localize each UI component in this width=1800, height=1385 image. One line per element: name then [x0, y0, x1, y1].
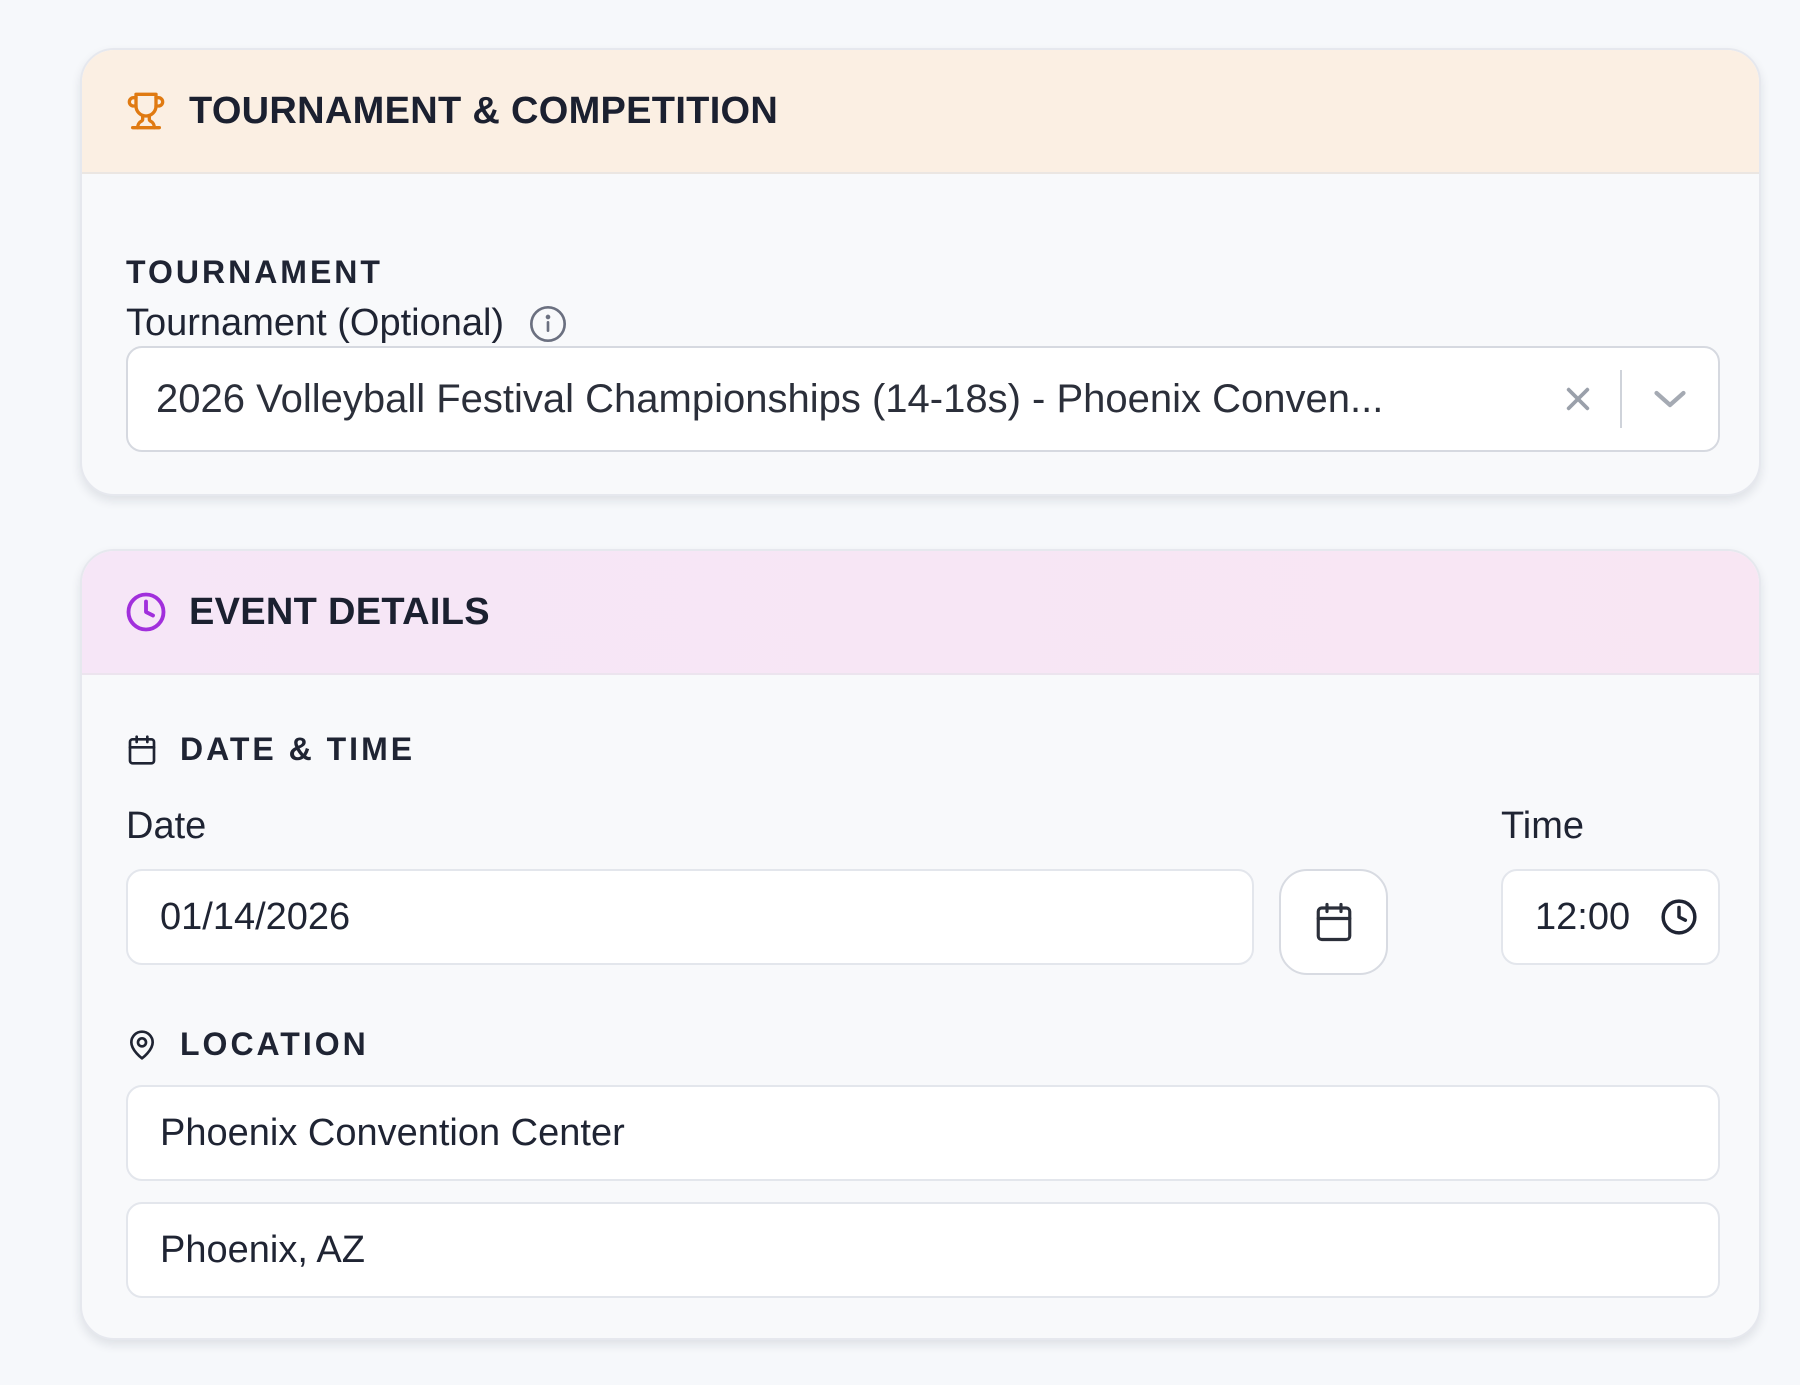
tournament-select[interactable]: 2026 Volleyball Festival Championships (… — [126, 346, 1720, 452]
event-details-card: EVENT DETAILS DATE & TIME Date Time 01/1… — [80, 549, 1761, 1340]
date-input-value: 01/14/2026 — [160, 895, 351, 938]
event-details-card-header: EVENT DETAILS — [82, 551, 1759, 675]
chevron-down-icon[interactable] — [1622, 369, 1718, 429]
tournament-field-label-row: Tournament (Optional) — [126, 302, 568, 345]
clock-icon — [125, 591, 167, 633]
tournament-card-header: TOURNAMENT & COMPETITION — [82, 50, 1759, 174]
time-input-value: 12:00 — [1535, 895, 1631, 938]
event-details-card-title: EVENT DETAILS — [189, 590, 490, 633]
tournament-select-value: 2026 Volleyball Festival Championships (… — [156, 376, 1384, 421]
tournament-field-label: Tournament (Optional) — [126, 302, 505, 344]
city-input-value: Phoenix, AZ — [160, 1228, 365, 1271]
event-details-card-body: DATE & TIME Date Time 01/14/2026 12:00 L… — [82, 675, 1759, 1338]
date-time-section-label-row: DATE & TIME — [126, 731, 415, 768]
tournament-card: TOURNAMENT & COMPETITION TOURNAMENT Tour… — [80, 48, 1761, 496]
clock-icon[interactable] — [1660, 898, 1698, 936]
venue-input[interactable]: Phoenix Convention Center — [126, 1085, 1720, 1181]
tournament-section-label: TOURNAMENT — [126, 254, 383, 290]
time-input[interactable]: 12:00 — [1501, 869, 1720, 965]
city-input[interactable]: Phoenix, AZ — [126, 1202, 1720, 1298]
date-label: Date — [126, 805, 207, 847]
info-icon[interactable] — [528, 304, 568, 344]
date-picker-button[interactable] — [1279, 869, 1388, 975]
date-input[interactable]: 01/14/2026 — [126, 869, 1254, 965]
location-section-label-row: LOCATION — [126, 1026, 369, 1063]
calendar-icon — [126, 733, 158, 767]
date-time-section-label: DATE & TIME — [180, 731, 416, 767]
time-label: Time — [1501, 805, 1585, 847]
trophy-icon — [125, 90, 167, 132]
calendar-icon — [1316, 902, 1351, 942]
clear-icon[interactable] — [1548, 369, 1608, 429]
location-section-label: LOCATION — [180, 1026, 369, 1062]
tournament-card-title: TOURNAMENT & COMPETITION — [189, 89, 779, 132]
map-pin-icon — [126, 1028, 158, 1062]
venue-input-value: Phoenix Convention Center — [160, 1111, 625, 1154]
